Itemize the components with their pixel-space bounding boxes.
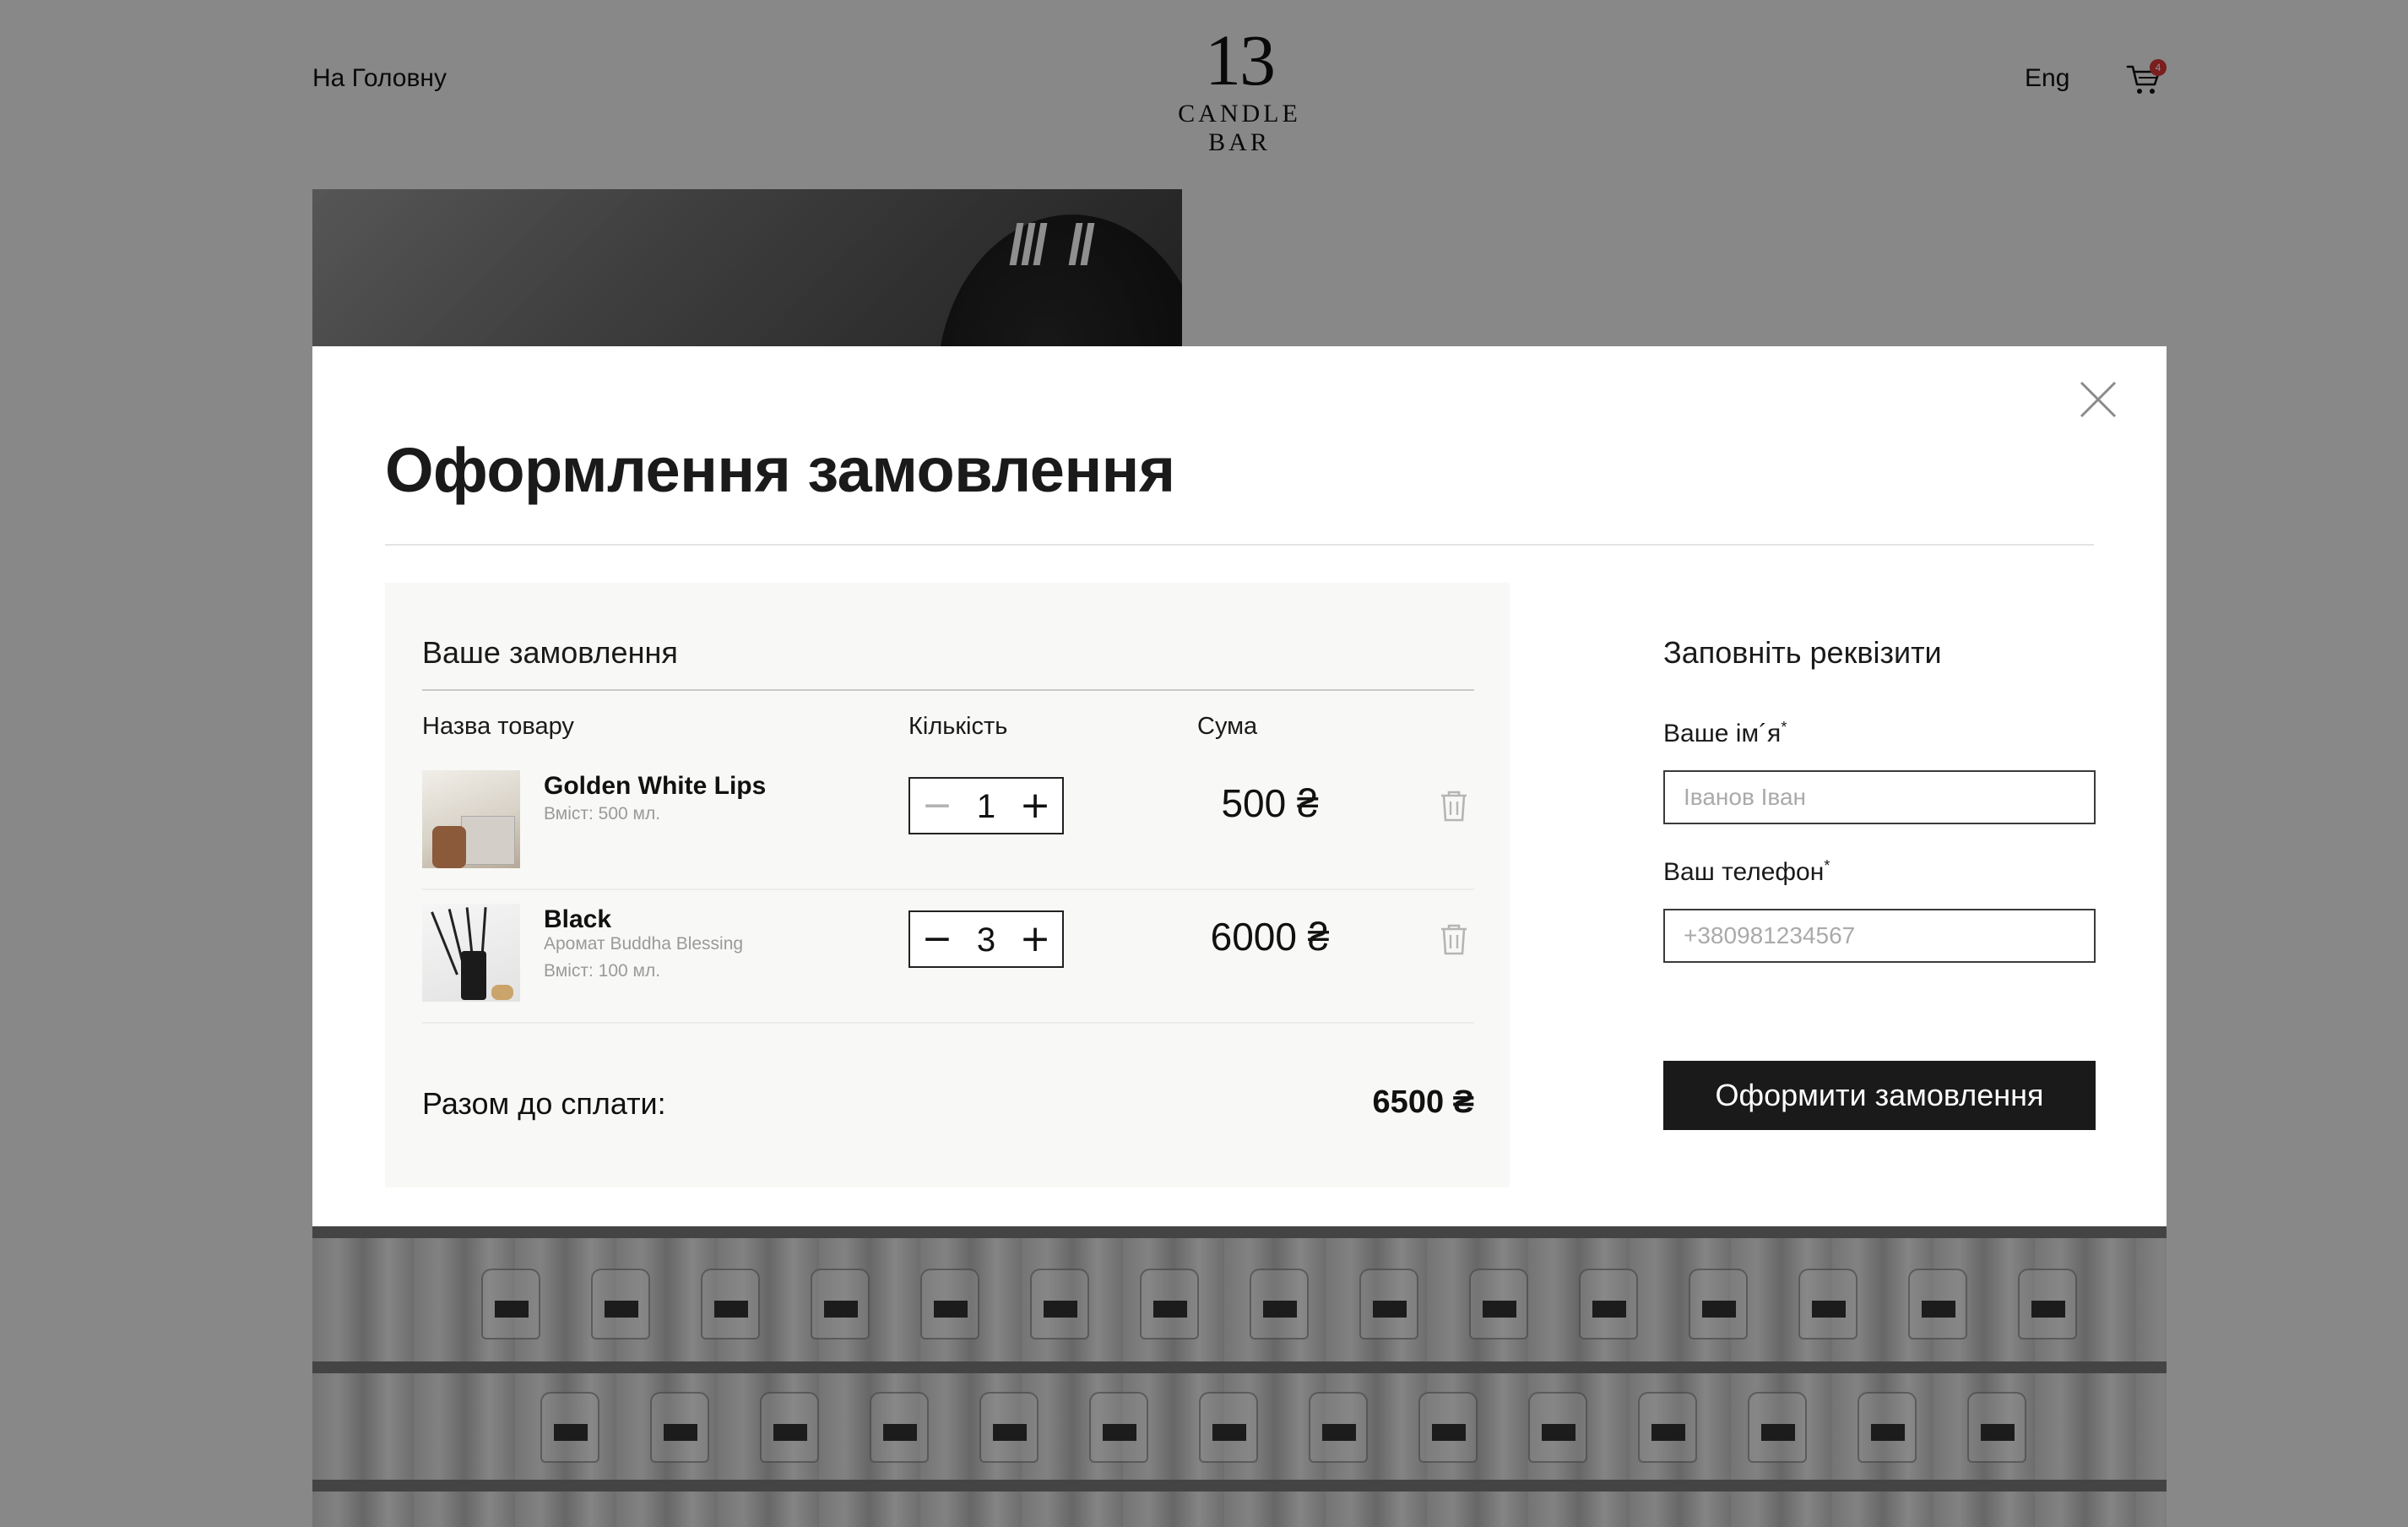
product-image[interactable] [422,770,520,868]
product-aroma: Аромат Buddha Blessing [544,934,744,954]
item-sum: 6000 ₴ [1210,915,1330,959]
quantity-value: 3 [976,921,996,959]
order-summary-panel: Ваше замовлення Назва товару Кількість С… [385,583,1510,1187]
column-header-name: Назва товару [422,713,574,740]
product-image[interactable] [422,904,520,1002]
total-value: 6500 ₴ [1372,1084,1474,1120]
decrease-quantity-button[interactable]: − [914,912,961,966]
order-title: Ваше замовлення [422,635,678,670]
name-input[interactable] [1663,770,2096,824]
name-field-label: Ваше ім´я* [1663,719,1787,747]
checkout-modal: Оформлення замовлення Ваше замовлення На… [312,346,2167,1226]
item-sum: 500 ₴ [1221,781,1319,825]
trash-icon[interactable] [1439,922,1469,956]
decrease-quantity-button[interactable]: − [914,779,961,833]
product-volume: Вміст: 100 мл. [544,961,661,981]
quantity-stepper: − 3 + [908,910,1064,968]
quantity-value: 1 [976,788,996,825]
product-name[interactable]: Black [544,905,611,934]
product-name[interactable]: Golden White Lips [544,772,766,801]
modal-title: Оформлення замовлення [385,435,1175,505]
column-header-sum: Сума [1197,713,1258,740]
total-label: Разом до сплати: [422,1086,666,1121]
cart-item: Golden White Lips Вміст: 500 мл. − 1 + 5… [422,757,1474,890]
form-title: Заповніть реквізити [1663,635,1942,670]
column-header-qty: Кількість [908,713,1008,740]
phone-input[interactable] [1663,909,2096,963]
submit-order-button[interactable]: Оформити замовлення [1663,1061,2096,1130]
product-volume: Вміст: 500 мл. [544,804,661,823]
close-icon[interactable] [2079,380,2118,419]
quantity-stepper: − 1 + [908,777,1064,834]
increase-quantity-button[interactable]: + [1011,779,1059,833]
divider [422,689,1474,691]
increase-quantity-button[interactable]: + [1011,912,1059,966]
divider [385,544,2094,546]
cart-item: Black Аромат Buddha Blessing Вміст: 100 … [422,890,1474,1024]
required-mark: * [1781,719,1787,736]
trash-icon[interactable] [1439,789,1469,823]
required-mark: * [1824,857,1830,874]
phone-field-label: Ваш телефон* [1663,857,1830,886]
